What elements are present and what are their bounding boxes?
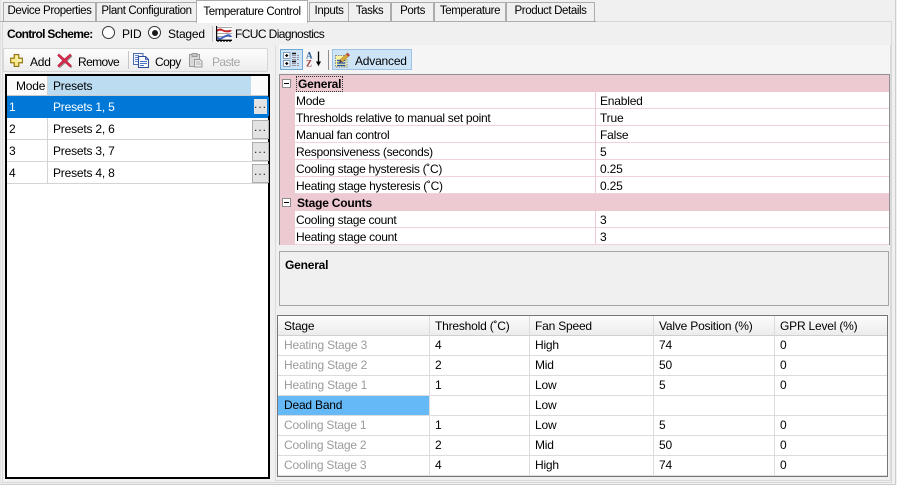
svg-text:Z: Z [306, 59, 312, 68]
